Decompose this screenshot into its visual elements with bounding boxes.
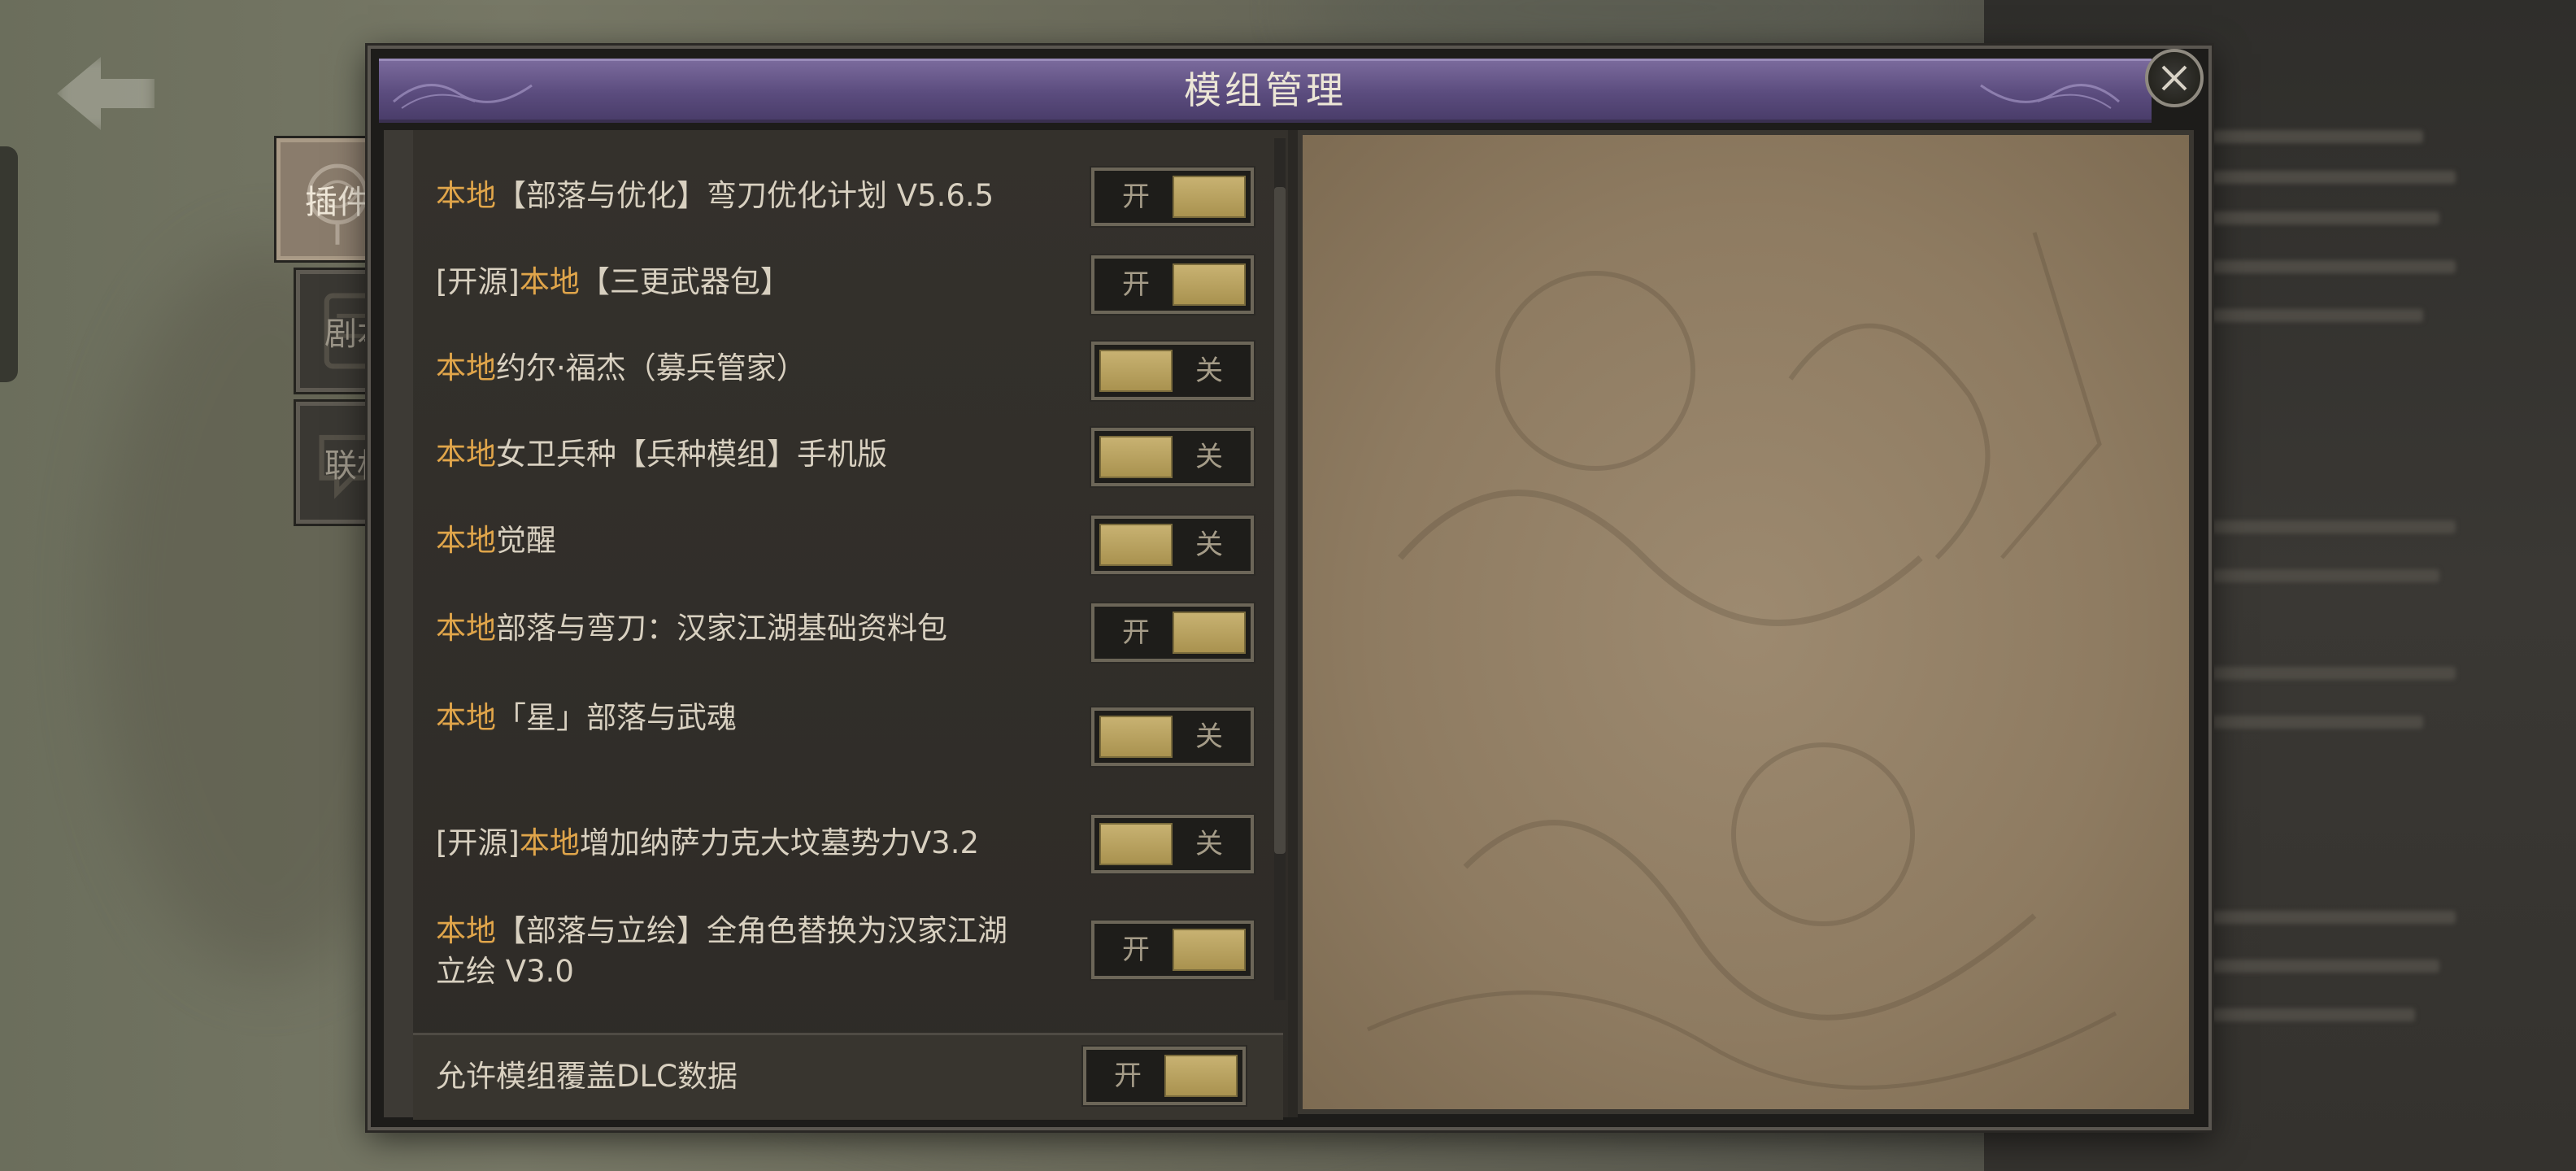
- mod-preview-panel: [1298, 130, 2194, 1114]
- dlc-override-label: 允许模组覆盖DLC数据: [436, 1059, 738, 1094]
- mod-toggle[interactable]: 开: [1091, 255, 1254, 314]
- toggle-knob: [1099, 436, 1173, 478]
- mod-name: 本地【部落与优化】弯刀优化计划 V5.6.5: [436, 178, 994, 213]
- ornament-right-icon: [1980, 84, 2120, 109]
- toggle-knob: [1173, 176, 1246, 218]
- mod-name: 本地部落与弯刀：汉家江湖基础资料包: [436, 611, 947, 646]
- scrollbar-thumb[interactable]: [1274, 187, 1286, 854]
- mod-toggle[interactable]: 关: [1091, 342, 1254, 400]
- toggle-knob: [1173, 929, 1246, 971]
- toggle-knob: [1173, 263, 1246, 306]
- mod-name: 本地「星」部落与武魂: [436, 700, 737, 735]
- faded-artwork-icon: [1366, 232, 2117, 1090]
- mod-name: 本地约尔·福杰（募兵管家）: [436, 350, 807, 385]
- toggle-knob: [1099, 823, 1173, 865]
- mod-toggle[interactable]: 关: [1091, 707, 1254, 766]
- mod-name: 本地觉醒: [436, 523, 556, 558]
- toggle-knob: [1099, 716, 1173, 758]
- mod-toggle[interactable]: 关: [1091, 428, 1254, 486]
- dialog-title: 模组管理: [1184, 68, 1347, 112]
- dlc-override-setting: 允许模组覆盖DLC数据 开: [413, 1033, 1283, 1120]
- mod-name: [开源]本地增加纳萨力克大坟墓势力V3.2: [436, 825, 980, 860]
- mod-name: 本地【部落与立绘】全角色替换为汉家江湖 立绘 V3.0: [436, 913, 1007, 989]
- dlc-override-toggle[interactable]: 开: [1083, 1047, 1246, 1105]
- mod-name: 本地女卫兵种【兵种模组】手机版: [436, 437, 887, 472]
- mod-toggle[interactable]: 关: [1091, 815, 1254, 873]
- mod-toggle[interactable]: 开: [1091, 168, 1254, 226]
- mod-name: [开源]本地【三更武器包】: [436, 264, 790, 299]
- mod-toggle[interactable]: 开: [1091, 921, 1254, 979]
- close-icon: [2161, 65, 2187, 91]
- toggle-knob: [1099, 350, 1173, 392]
- mod-toggle[interactable]: 关: [1091, 516, 1254, 574]
- close-button[interactable]: [2145, 49, 2204, 107]
- toggle-knob: [1173, 612, 1246, 654]
- toggle-knob: [1099, 524, 1173, 566]
- title-bar: 模组管理: [379, 59, 2152, 123]
- toggle-knob: [1164, 1055, 1238, 1097]
- mod-toggle[interactable]: 开: [1091, 603, 1254, 662]
